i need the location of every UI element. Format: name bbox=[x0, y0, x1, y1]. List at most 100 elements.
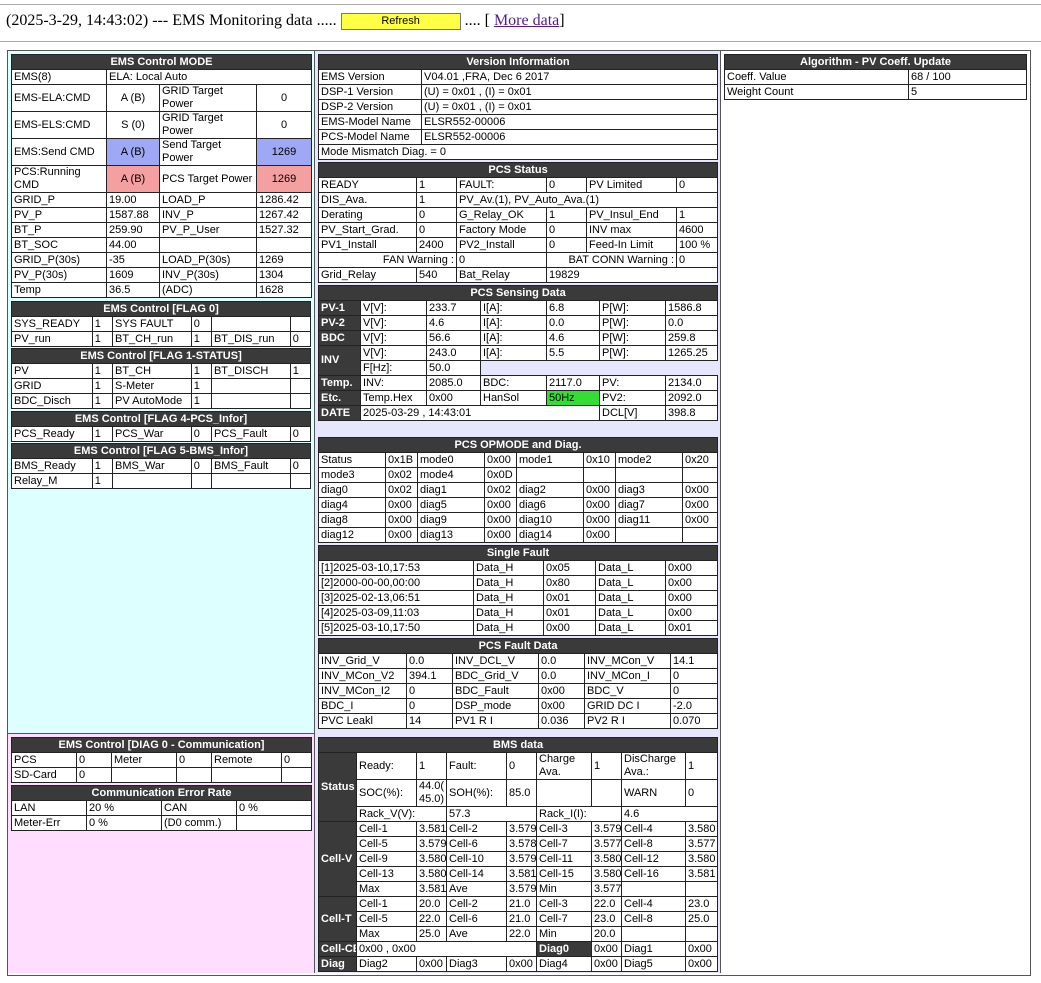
cell: diag12 bbox=[318, 527, 386, 543]
cell: Cell-6 bbox=[446, 911, 507, 927]
cell: 3.581 bbox=[416, 881, 447, 897]
cell: Cell-2 bbox=[446, 896, 507, 912]
row-label: Cell-T bbox=[318, 896, 357, 942]
cell: SYS FAULT bbox=[111, 316, 192, 332]
cell: 0 bbox=[685, 779, 718, 807]
flag4-title: EMS Control [FLAG 4-PCS_Infor] bbox=[11, 411, 311, 427]
cell: Cell-1 bbox=[356, 896, 417, 912]
cell: 21.0 bbox=[506, 896, 537, 912]
cell: PV1_Install bbox=[318, 237, 417, 253]
cell: V[V]: bbox=[360, 345, 427, 361]
cell: BDC_V bbox=[584, 683, 671, 699]
cell: 0 % bbox=[86, 815, 162, 831]
cell: SOH(%): bbox=[446, 779, 507, 807]
ems-mode-title: EMS Control MODE bbox=[11, 54, 312, 70]
cell: PV2: bbox=[599, 390, 666, 406]
cell: 50.0 bbox=[426, 360, 481, 376]
cell: PV2_Install bbox=[456, 237, 547, 253]
cell: 0.0 bbox=[406, 653, 453, 669]
cell: 0x00 bbox=[685, 956, 718, 972]
cell: PCS_War bbox=[111, 426, 192, 442]
cell: BDC_Disch bbox=[11, 393, 93, 409]
row-label: INV bbox=[318, 345, 361, 376]
cell: Send Target Power bbox=[159, 138, 257, 166]
cell: BDC_Fault bbox=[452, 683, 539, 699]
cell: diag3 bbox=[615, 482, 683, 498]
cell: Max bbox=[356, 926, 417, 942]
comm-error-section: Communication Error Rate LAN 20 % CAN 0 % M… bbox=[10, 785, 313, 831]
ems-mode-section: EMS Control MODE EMS(8) ELA: Local Auto E… bbox=[11, 54, 312, 298]
cell: 0 bbox=[546, 237, 587, 253]
cell: 0 bbox=[76, 767, 112, 783]
cell: 1628 bbox=[256, 282, 312, 298]
cell: S (0) bbox=[106, 111, 160, 139]
refresh-button[interactable]: Refresh bbox=[340, 12, 461, 30]
cell: PV bbox=[11, 363, 93, 379]
cell: LAN bbox=[11, 800, 87, 816]
cell: GRID DC I bbox=[584, 698, 671, 714]
cell bbox=[210, 393, 291, 409]
cell: EMS-ELA:CMD bbox=[11, 84, 107, 112]
cell: 21.0 bbox=[506, 911, 537, 927]
cell: 2400 bbox=[416, 237, 457, 253]
diag0-title: EMS Control [DIAG 0 - Communication] bbox=[10, 737, 313, 753]
fan-warning-value: 0 bbox=[456, 252, 547, 268]
more-data-link[interactable]: More data bbox=[494, 12, 559, 29]
cell: (D0 comm.) bbox=[161, 815, 237, 831]
cell: Cell-4 bbox=[621, 896, 686, 912]
cell: SD-Card bbox=[11, 767, 77, 783]
cell: [4]2025-03-09,11:03 bbox=[318, 605, 474, 621]
cell bbox=[681, 467, 719, 483]
ems-mode-value: ELA: Local Auto bbox=[106, 69, 312, 85]
cell bbox=[516, 467, 584, 483]
cell: 0 bbox=[256, 111, 312, 139]
opmode-section: PCS OPMODE and Diag. Status 0x1B mode0 0x00… bbox=[317, 437, 719, 543]
cell: 0x00 bbox=[385, 527, 418, 543]
row-label: Temp. bbox=[318, 375, 361, 391]
cell: DCL[V] bbox=[599, 405, 666, 421]
cell-cb-value: 0x00 , 0x00 bbox=[356, 941, 537, 957]
cell: 0x05 bbox=[543, 560, 596, 576]
cell: PVC Leakl bbox=[318, 713, 407, 729]
version-section: Version Information EMS Version V04.01 ,F… bbox=[317, 54, 719, 160]
flag0-title: EMS Control [FLAG 0] bbox=[11, 301, 311, 317]
cell: 0 bbox=[506, 752, 537, 780]
flag5-section: EMS Control [FLAG 5-BMS_Infor] BMS_Ready… bbox=[11, 443, 312, 489]
cell bbox=[289, 393, 312, 409]
flag4-section: EMS Control [FLAG 4-PCS_Infor] PCS_Ready… bbox=[11, 411, 312, 442]
cell: Grid_Relay bbox=[318, 267, 417, 283]
cell: mode4 bbox=[417, 467, 485, 483]
cell: Max bbox=[356, 881, 417, 897]
cell: Relay_M bbox=[11, 473, 93, 489]
cell: 243.0 bbox=[426, 345, 481, 361]
cell bbox=[111, 473, 192, 489]
pcs-fault-section: PCS Fault Data INV_Grid_V 0.0 INV_DCL_V 0.0… bbox=[317, 638, 719, 729]
cell: BT_P bbox=[11, 222, 107, 238]
cell: 0.0 bbox=[546, 315, 600, 331]
cell: 19829 bbox=[545, 267, 719, 283]
cell: PV_run bbox=[11, 331, 93, 347]
cell: 1265.25 bbox=[664, 345, 719, 361]
cell: 1 bbox=[91, 426, 113, 442]
cell: I[A]: bbox=[480, 315, 547, 331]
cell: 0x00 bbox=[426, 390, 481, 406]
cell: 3.579 bbox=[506, 821, 537, 837]
cell: 1587.88 bbox=[106, 207, 160, 223]
cell bbox=[210, 473, 291, 489]
cell: Cell-11 bbox=[536, 851, 592, 867]
cell: 1 bbox=[91, 316, 113, 332]
cell: 3.580 bbox=[416, 851, 447, 867]
cell: Data_H bbox=[473, 560, 544, 576]
cell: A (B) bbox=[106, 84, 160, 112]
cell: BT_DISCH bbox=[210, 363, 291, 379]
cell: ELSR552-00006 bbox=[420, 114, 719, 130]
cell: PV_P(30s) bbox=[11, 267, 107, 283]
cell bbox=[289, 316, 312, 332]
cell: 0x1B bbox=[385, 452, 418, 468]
cell: 1304 bbox=[256, 267, 312, 283]
cell: HanSol bbox=[480, 390, 547, 406]
cell: mode1 bbox=[516, 452, 584, 468]
cell: 0 bbox=[416, 207, 457, 223]
cell: 0x02 bbox=[385, 482, 418, 498]
cell: [1]2025-03-10,17:53 bbox=[318, 560, 474, 576]
